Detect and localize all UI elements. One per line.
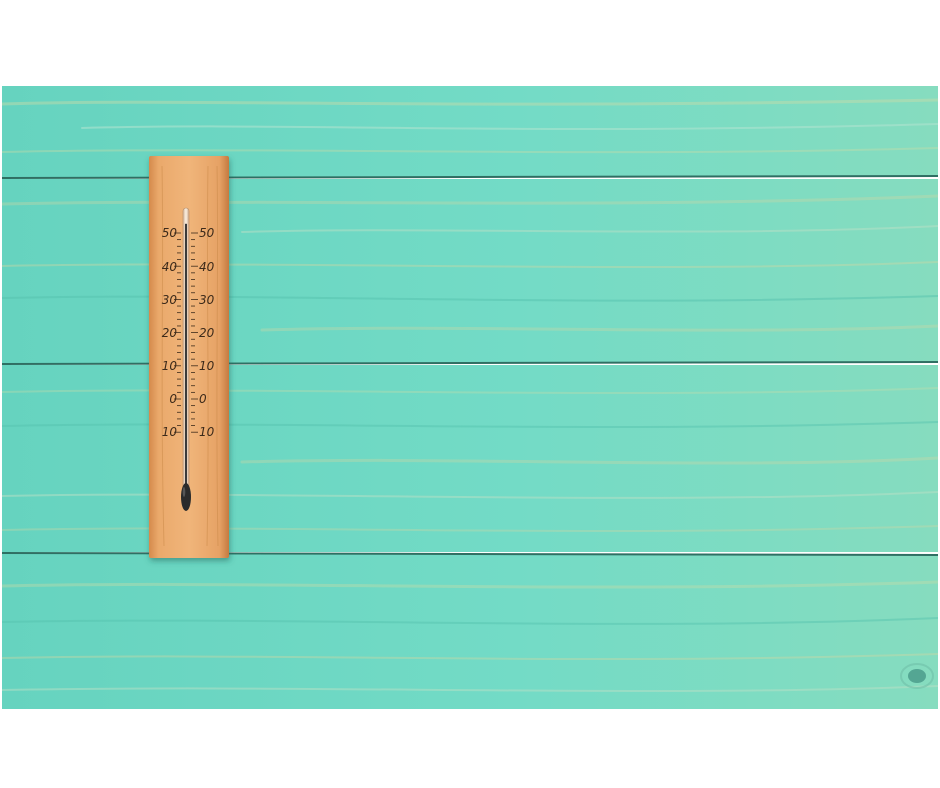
plank-1 [2,86,938,177]
bulb-highlight [182,487,186,497]
photo: 50 50 40 40 30 30 20 20 10 10 0 0 10 10 [2,86,938,709]
scale-label-right: 10 [199,359,215,373]
scale-label-right: 30 [199,293,215,307]
scale-label-left: 40 [162,260,178,274]
scale-label-left: 30 [162,293,178,307]
wood-planks [2,86,938,709]
plank-2 [2,179,938,363]
scale-label-right: 0 [199,392,207,406]
scale-label-right: 10 [199,425,215,439]
scale-label-right: 40 [199,260,215,274]
plank-4 [2,554,938,709]
scale-label-right: 20 [199,326,215,340]
scale-label-right: 50 [199,226,215,240]
thermometer: 50 50 40 40 30 30 20 20 10 10 0 0 10 10 [149,156,229,558]
thermometer-bulb [181,483,191,511]
thermometer-liquid [185,223,187,487]
